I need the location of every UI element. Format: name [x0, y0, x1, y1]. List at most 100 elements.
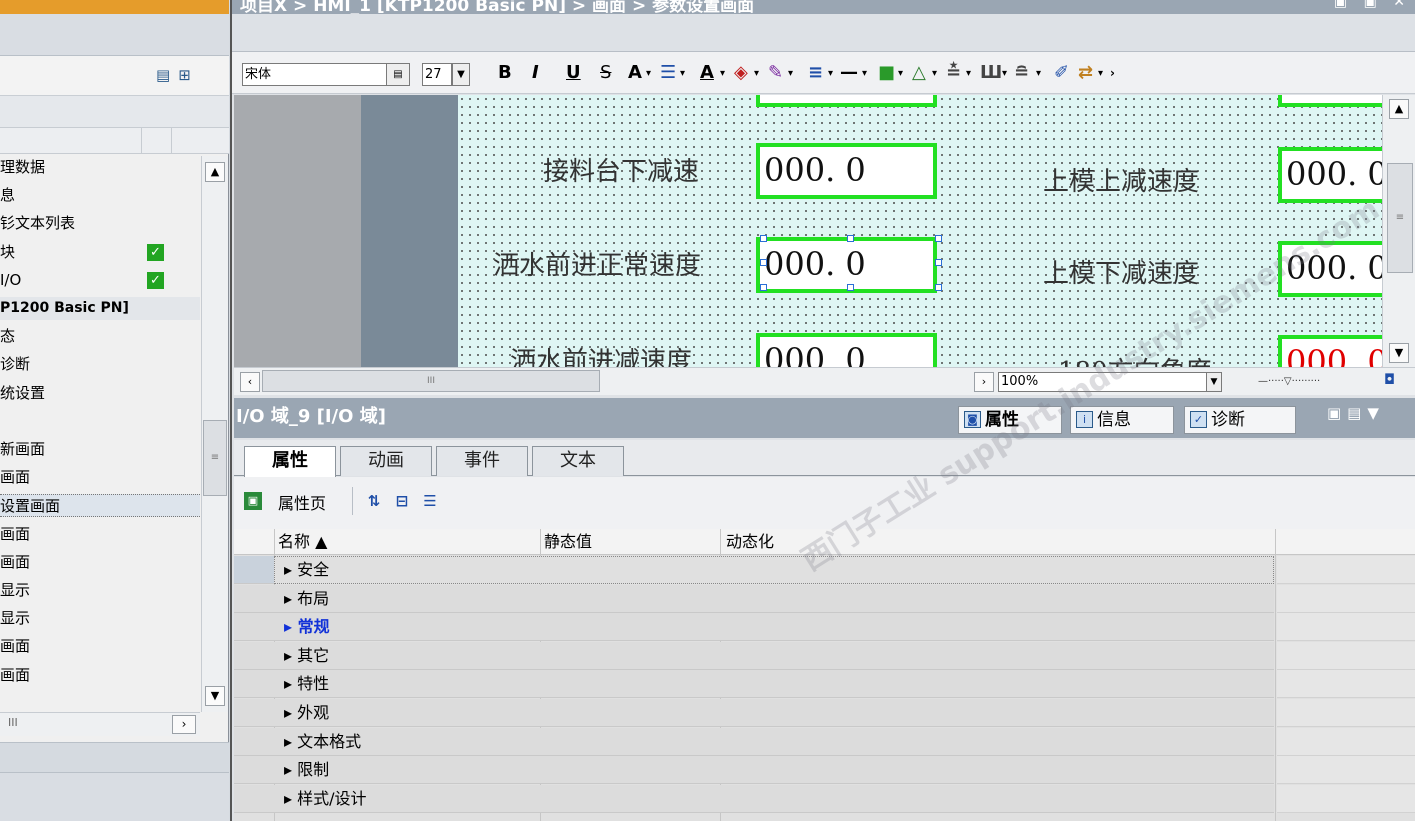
- text-align-icon[interactable]: ≡: [808, 60, 823, 86]
- scroll-thumb[interactable]: III: [262, 370, 600, 392]
- expand-arrow-icon[interactable]: ▸: [284, 732, 297, 751]
- tree-vertical-scrollbar[interactable]: ▲ ≡ ▼: [201, 156, 228, 712]
- property-row[interactable]: ▸ 布局: [234, 584, 1415, 613]
- resize-handle[interactable]: [760, 259, 767, 266]
- inspector-tab-info[interactable]: i 信息: [1070, 406, 1174, 434]
- tree-item[interactable]: 画面: [0, 466, 200, 489]
- resize-handle[interactable]: [935, 284, 942, 291]
- property-row[interactable]: ▸ 常规: [234, 613, 1415, 642]
- expand-arrow-icon[interactable]: ▸: [284, 646, 297, 665]
- io-field-top[interactable]: [756, 95, 937, 107]
- text-size-button[interactable]: A: [628, 60, 642, 86]
- screen-grid[interactable]: 接料台下减速 洒水前进正常速度 洒水前进减速度 上模上减速度 上模下减速度 18…: [458, 95, 1382, 367]
- property-row-label[interactable]: ▸ 布局: [284, 588, 329, 610]
- property-row[interactable]: ▸ 其它: [234, 641, 1415, 670]
- tree-item[interactable]: [0, 410, 200, 433]
- column-name[interactable]: 名称 ▲: [278, 531, 327, 553]
- label-spray-forward-normal-speed[interactable]: 洒水前进正常速度: [493, 245, 701, 282]
- column-static-value[interactable]: 静态值: [544, 531, 592, 553]
- align-objects-icon[interactable]: ≛: [946, 60, 961, 86]
- dropdown-arrow-icon[interactable]: ▾: [932, 60, 937, 86]
- tree-item[interactable]: 态: [0, 325, 200, 348]
- equal-size-icon[interactable]: ≘: [1014, 60, 1029, 86]
- zoom-fit-icon[interactable]: ◘: [1384, 370, 1404, 390]
- italic-button[interactable]: I: [532, 60, 539, 86]
- add-device-icon[interactable]: ⊞: [178, 66, 199, 84]
- tree-toolbar-icons[interactable]: ▤⊞: [156, 66, 199, 84]
- rotate-icon[interactable]: △: [912, 60, 926, 86]
- property-row-label[interactable]: ▸ 限制: [284, 759, 329, 781]
- resize-handle[interactable]: [847, 284, 854, 291]
- scroll-right-button[interactable]: ›: [974, 372, 994, 392]
- tree-item[interactable]: 画面: [0, 551, 200, 574]
- tree-item[interactable]: 画面: [0, 635, 200, 658]
- font-size-select[interactable]: 27: [422, 63, 452, 86]
- bold-button[interactable]: B: [498, 60, 512, 86]
- dropdown-arrow-icon[interactable]: ▾: [754, 60, 759, 86]
- resize-handle[interactable]: [935, 259, 942, 266]
- zoom-dropdown-button[interactable]: ▼: [1206, 372, 1222, 392]
- tab-properties[interactable]: 属性: [244, 446, 336, 477]
- tree-item[interactable]: 新画面: [0, 438, 200, 461]
- expand-arrow-icon[interactable]: ▸: [284, 703, 297, 722]
- expand-arrow-icon[interactable]: ▸: [284, 589, 297, 608]
- resize-handle[interactable]: [760, 235, 767, 242]
- line-color-icon[interactable]: ✎: [768, 60, 783, 86]
- tree-item[interactable]: 显示: [0, 607, 200, 630]
- dropdown-arrow-icon[interactable]: ▾: [720, 60, 725, 86]
- resize-handle[interactable]: [760, 284, 767, 291]
- property-row[interactable]: ▸ 样式/设计: [234, 784, 1415, 813]
- tree-item[interactable]: 理数据: [0, 156, 200, 179]
- dropdown-arrow-icon[interactable]: ▾: [788, 60, 793, 86]
- dropdown-arrow-icon[interactable]: ▾: [966, 60, 971, 86]
- arrange-icon[interactable]: ■: [878, 60, 895, 86]
- scroll-thumb[interactable]: ≡: [203, 420, 227, 496]
- property-row-label[interactable]: ▸ 外观: [284, 702, 329, 724]
- dropdown-arrow-icon[interactable]: ▾: [1098, 60, 1103, 86]
- label-feed-table-decel[interactable]: 接料台下减速: [543, 151, 699, 188]
- font-size-dropdown-button[interactable]: ▼: [452, 63, 470, 86]
- tree-horizontal-scrollbar[interactable]: III ›: [0, 712, 200, 736]
- strikethrough-button[interactable]: S: [600, 60, 611, 86]
- property-row-label[interactable]: ▸ 特性: [284, 673, 329, 695]
- canvas-horizontal-scrollbar[interactable]: ‹ III › 100% ▼ —·····▽········· ◘: [234, 367, 1415, 395]
- io-field-top[interactable]: [1278, 95, 1382, 107]
- tree-item[interactable]: 钐文本列表: [0, 212, 200, 235]
- tree-item[interactable]: 统设置: [0, 382, 200, 405]
- tree-item[interactable]: 画面: [0, 523, 200, 546]
- font-family-select[interactable]: 宋体: [242, 63, 410, 86]
- dropdown-arrow-icon[interactable]: ▾: [898, 60, 903, 86]
- inspector-window-controls[interactable]: ▣▤▼: [1327, 404, 1385, 422]
- dropdown-arrow-icon[interactable]: ▾: [1036, 60, 1041, 86]
- property-row[interactable]: ▸ 外观: [234, 699, 1415, 727]
- scroll-thumb[interactable]: ≡: [1387, 163, 1413, 273]
- property-row-label[interactable]: ▸ 安全: [284, 559, 329, 581]
- line-style-icon[interactable]: —: [840, 60, 858, 86]
- expand-arrow-icon[interactable]: ▸: [284, 674, 297, 693]
- io-field-180-direction-angle[interactable]: 000. 0: [1278, 335, 1382, 367]
- list-icon[interactable]: ☰: [420, 491, 440, 511]
- distribute-icon[interactable]: Ш: [980, 60, 1002, 86]
- tree-item[interactable]: 设置画面: [0, 494, 200, 518]
- io-field-feed-table-decel[interactable]: 000. 0: [756, 143, 937, 199]
- scroll-left-button[interactable]: ‹: [240, 372, 260, 392]
- property-row-label[interactable]: ▸ 文本格式: [284, 731, 361, 753]
- expand-arrow-icon[interactable]: ▸: [284, 789, 297, 808]
- sort-az-icon[interactable]: ⇅: [364, 491, 384, 511]
- canvas-vertical-scrollbar[interactable]: ▲ ≡ ▼: [1382, 95, 1415, 367]
- scroll-down-button[interactable]: ▼: [1389, 343, 1409, 363]
- scroll-right-button[interactable]: ›: [172, 715, 196, 734]
- tree-item[interactable]: 块 ✓: [0, 241, 200, 264]
- tree-item[interactable]: P1200 Basic PN]: [0, 297, 200, 320]
- align-icon[interactable]: ☰: [660, 60, 676, 86]
- label-upper-mold-down-decel[interactable]: 上模下减速度: [1043, 253, 1199, 290]
- font-dropdown-button[interactable]: ▤: [386, 63, 410, 86]
- tree-item[interactable]: 诊断: [0, 353, 200, 376]
- expand-arrow-icon[interactable]: ▸: [284, 760, 297, 779]
- tab-texts[interactable]: 文本: [532, 446, 624, 476]
- dropdown-arrow-icon[interactable]: ▾: [680, 60, 685, 86]
- label-upper-mold-up-decel[interactable]: 上模上减速度: [1043, 161, 1199, 198]
- details-view-icon[interactable]: ▤: [156, 66, 178, 84]
- property-page-button[interactable]: 属性页: [278, 490, 326, 514]
- property-row-label[interactable]: ▸ 常规: [284, 616, 330, 638]
